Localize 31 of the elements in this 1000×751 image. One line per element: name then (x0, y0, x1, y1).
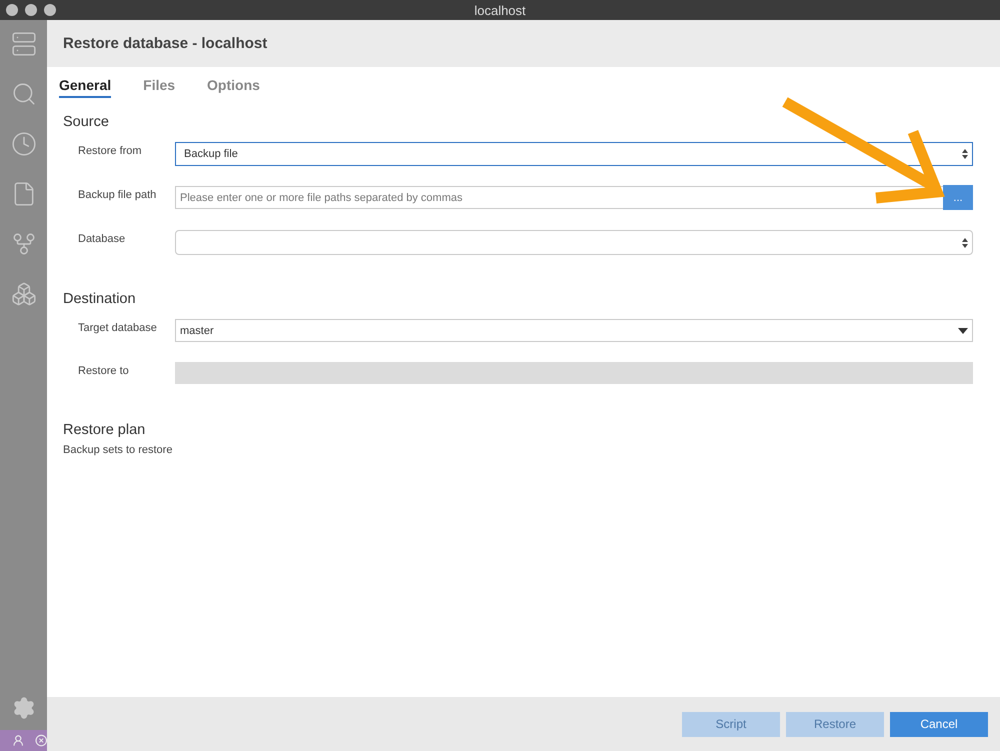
section-subtitle: Backup sets to restore (63, 444, 174, 456)
zoom-light[interactable] (44, 4, 56, 16)
field-label: Restore from (78, 144, 143, 157)
window-title: localhost (474, 2, 526, 18)
tab[interactable]: Options (207, 77, 260, 98)
dialog-title: Restore database - localhost (63, 35, 268, 52)
boxes-icon[interactable] (10, 280, 38, 308)
section-title: Destination (63, 291, 137, 307)
select-field[interactable] (175, 230, 973, 255)
dropdown-field[interactable]: master (175, 319, 973, 342)
file-path-input[interactable]: Please enter one or more file paths separated by commas (175, 186, 943, 209)
stepper-icon (962, 149, 968, 159)
tab[interactable]: General (59, 77, 112, 98)
browse-button[interactable]: ... (943, 185, 973, 210)
clock-icon[interactable] (10, 130, 38, 158)
field-label: Restore to (78, 364, 130, 377)
person-icon[interactable] (12, 734, 24, 747)
select-field[interactable]: Backup file (175, 142, 973, 166)
field-label: Database (78, 232, 126, 245)
minimize-light[interactable] (25, 4, 37, 16)
field-label: Target database (78, 321, 158, 334)
field-label: Backup file path (78, 188, 158, 201)
error-icon[interactable] (34, 734, 47, 747)
section-title: Restore plan (63, 422, 146, 438)
action-button[interactable]: Cancel (890, 712, 988, 736)
server-icon[interactable] (10, 30, 38, 58)
tab[interactable]: Files (143, 77, 176, 98)
close-light[interactable] (6, 4, 18, 16)
section-title: Source (63, 114, 110, 130)
caret-icon (958, 328, 968, 334)
stepper-icon (962, 238, 968, 248)
